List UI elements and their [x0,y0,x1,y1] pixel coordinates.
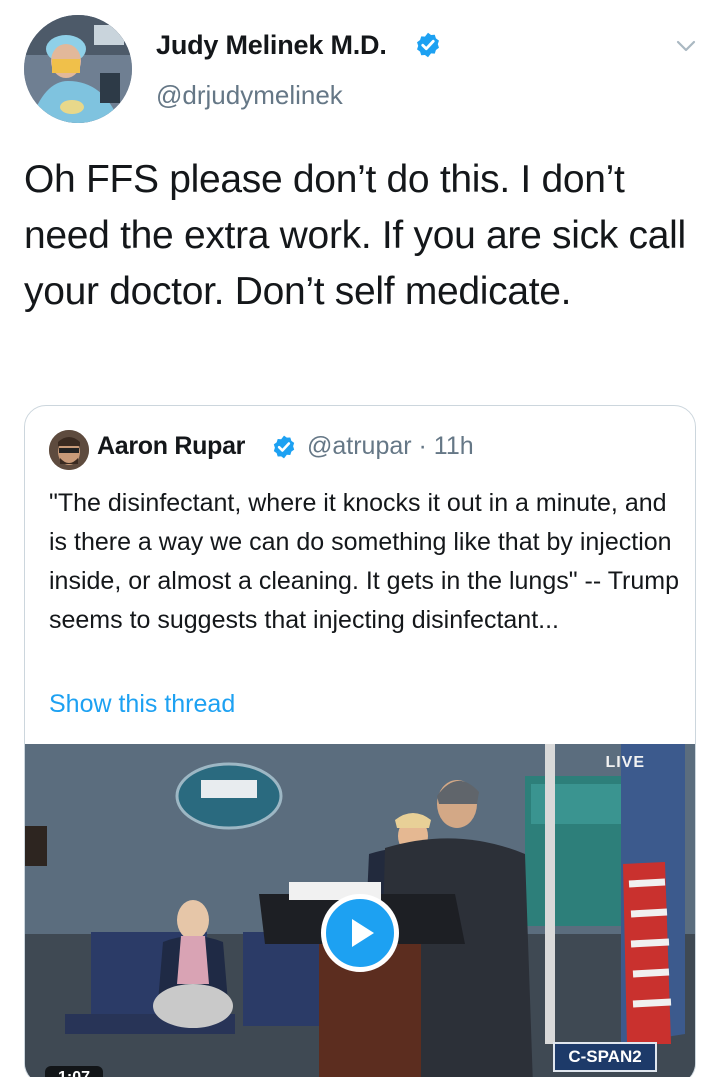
quoted-tweet-text: "The disinfectant, where it knocks it ou… [49,489,680,634]
quoted-author-avatar [49,430,89,470]
video-player[interactable]: LIVE C-SPAN2 1:07 [25,744,695,1077]
video-duration: 1:07 [45,1066,103,1077]
quoted-author-handle[interactable]: @atrupar · 11h [307,432,474,461]
tweet-text: Oh FFS please don’t do this. I don’t nee… [24,158,686,313]
verified-badge-icon [271,434,297,460]
author-handle[interactable]: @drjudymelinek [156,80,343,111]
network-watermark: C-SPAN2 [553,1042,657,1072]
verified-badge-icon [414,31,442,59]
author-name[interactable]: Judy Melinek M.D. [156,30,387,61]
author-avatar[interactable] [24,15,132,123]
live-label: LIVE [605,754,645,771]
chevron-down-icon[interactable] [674,34,698,58]
quoted-tweet-card[interactable]: Aaron Rupar @atrupar · 11h "The disinfec… [24,405,696,1077]
play-icon [352,919,374,947]
play-button[interactable] [321,894,399,972]
tweet-header: Judy Melinek M.D. @drjudymelinek [0,0,720,130]
show-thread-link[interactable]: Show this thread [49,690,235,719]
quoted-author-name[interactable]: Aaron Rupar [97,432,245,461]
